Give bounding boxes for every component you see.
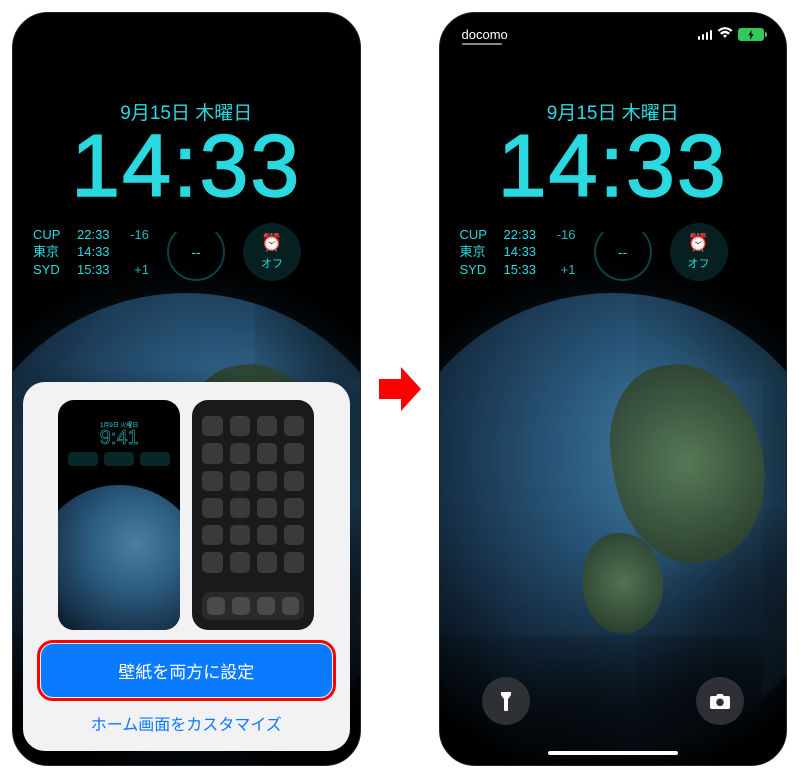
alarm-widget[interactable]: ⏰ オフ xyxy=(243,223,301,281)
camera-button[interactable] xyxy=(696,677,744,725)
gauge-widget[interactable]: -- xyxy=(594,223,652,281)
alarm-icon: ⏰ xyxy=(261,233,282,253)
lock-clock: 14:33 xyxy=(440,115,787,217)
cellular-signal-icon xyxy=(698,30,713,40)
preview-home-screen[interactable] xyxy=(192,400,314,630)
lock-widgets-row: CUP 22:33 -16 東京 14:33 SYD 15:33 +1 -- ⏰… xyxy=(33,223,340,281)
gauge-value: -- xyxy=(191,244,200,260)
home-indicator[interactable] xyxy=(548,751,678,755)
lock-clock: 14:33 xyxy=(13,115,360,217)
battery-charging-icon xyxy=(738,28,764,41)
flashlight-button[interactable] xyxy=(482,677,530,725)
world-clock-widget[interactable]: CUP 22:33 -16 東京 14:33 SYD 15:33 +1 xyxy=(33,226,149,279)
carrier-underline xyxy=(462,43,502,45)
world-clock-widget[interactable]: CUP 22:33 -16 東京 14:33 SYD 15:33 +1 xyxy=(460,226,576,279)
preview-time: 9:41 xyxy=(58,427,180,450)
phone-right-lock-screen: docomo 9月15日 木曜日 14:33 CUP 22:33 -16 東京 … xyxy=(439,12,788,766)
preview-lock-screen[interactable]: 1月9日 火曜日 9:41 xyxy=(58,400,180,630)
wallpaper-previews: 1月9日 火曜日 9:41 xyxy=(41,400,332,630)
gauge-widget[interactable]: -- xyxy=(167,223,225,281)
flow-arrow-icon xyxy=(379,365,421,413)
wallpaper-action-sheet: 1月9日 火曜日 9:41 壁紙を両方に設定 ホーム画面をカスタマイズ xyxy=(23,382,350,751)
wc-city: CUP xyxy=(33,226,67,244)
customize-home-link[interactable]: ホーム画面をカスタマイズ xyxy=(41,697,332,737)
wc-time: 22:33 xyxy=(77,226,115,244)
lock-widgets-row: CUP 22:33 -16 東京 14:33 SYD 15:33 +1 -- ⏰… xyxy=(460,223,767,281)
wc-offset: -16 xyxy=(125,226,149,244)
alarm-widget[interactable]: ⏰ オフ xyxy=(670,223,728,281)
carrier-label: docomo xyxy=(462,27,508,42)
alarm-icon: ⏰ xyxy=(688,233,709,253)
wifi-icon xyxy=(717,27,733,42)
status-bar: docomo xyxy=(440,27,787,42)
alarm-state: オフ xyxy=(261,255,283,271)
set-both-wallpaper-button[interactable]: 壁紙を両方に設定 xyxy=(41,644,332,697)
phone-left-wallpaper-editor: 9月15日 木曜日 14:33 CUP 22:33 -16 東京 14:33 S… xyxy=(12,12,361,766)
